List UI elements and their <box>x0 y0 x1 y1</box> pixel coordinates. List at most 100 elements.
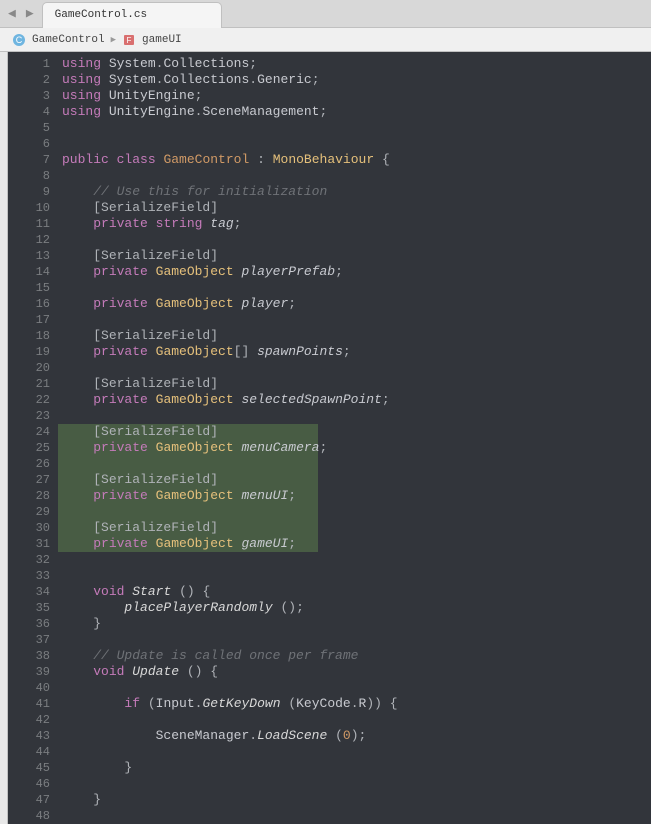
line-number: 18 <box>8 328 58 344</box>
line-number: 33 <box>8 568 58 584</box>
line-number: 21 <box>8 376 58 392</box>
code-line[interactable] <box>58 232 651 248</box>
code-line[interactable] <box>58 456 318 472</box>
line-number: 38 <box>8 648 58 664</box>
code-line[interactable]: } <box>58 792 651 808</box>
breadcrumb-class[interactable]: GameControl <box>32 34 105 46</box>
code-line[interactable] <box>58 120 651 136</box>
svg-text:F: F <box>127 36 132 45</box>
line-number: 37 <box>8 632 58 648</box>
line-number: 48 <box>8 808 58 824</box>
line-number: 44 <box>8 744 58 760</box>
line-number: 4 <box>8 104 58 120</box>
code-line[interactable]: public class GameControl : MonoBehaviour… <box>58 152 651 168</box>
code-line[interactable]: void Start () { <box>58 584 651 600</box>
code-line[interactable] <box>58 136 651 152</box>
code-line[interactable]: private string tag; <box>58 216 651 232</box>
code-line[interactable]: // Use this for initialization <box>58 184 651 200</box>
code-line[interactable]: private GameObject playerPrefab; <box>58 264 651 280</box>
line-number: 32 <box>8 552 58 568</box>
line-number: 16 <box>8 296 58 312</box>
line-number: 3 <box>8 88 58 104</box>
file-tab[interactable]: GameControl.cs <box>42 2 222 28</box>
code-line[interactable]: SceneManager.LoadScene (0); <box>58 728 651 744</box>
code-line[interactable] <box>58 776 651 792</box>
line-number: 13 <box>8 248 58 264</box>
nav-forward-icon[interactable]: ▶ <box>26 6 34 21</box>
code-line[interactable] <box>58 504 318 520</box>
code-line[interactable]: [SerializeField] <box>58 520 318 536</box>
code-line[interactable]: } <box>58 616 651 632</box>
code-line[interactable]: } <box>58 760 651 776</box>
line-number: 35 <box>8 600 58 616</box>
line-number: 34 <box>8 584 58 600</box>
code-line[interactable] <box>58 568 651 584</box>
code-line[interactable]: if (Input.GetKeyDown (KeyCode.R)) { <box>58 696 651 712</box>
line-number: 8 <box>8 168 58 184</box>
line-number: 26 <box>8 456 58 472</box>
line-number: 12 <box>8 232 58 248</box>
code-line[interactable]: using System.Collections.Generic; <box>58 72 651 88</box>
class-icon: C <box>12 33 26 47</box>
code-line[interactable] <box>58 632 651 648</box>
field-icon: F <box>122 33 136 47</box>
line-number: 11 <box>8 216 58 232</box>
nav-back-icon[interactable]: ◀ <box>8 6 16 21</box>
code-line[interactable]: private GameObject menuCamera; <box>58 440 318 456</box>
code-line[interactable] <box>58 712 651 728</box>
code-line[interactable]: private GameObject gameUI; <box>58 536 318 552</box>
line-number: 24 <box>8 424 58 440</box>
code-line[interactable]: // Update is called once per frame <box>58 648 651 664</box>
code-line[interactable]: private GameObject menuUI; <box>58 488 318 504</box>
code-line[interactable] <box>58 744 651 760</box>
nav-arrows: ◀ ▶ <box>0 6 42 21</box>
code-line[interactable]: private GameObject selectedSpawnPoint; <box>58 392 651 408</box>
line-number: 47 <box>8 792 58 808</box>
line-number: 20 <box>8 360 58 376</box>
code-line[interactable] <box>58 408 651 424</box>
code-line[interactable]: [SerializeField] <box>58 376 651 392</box>
breadcrumb-member[interactable]: gameUI <box>142 34 182 46</box>
line-number: 14 <box>8 264 58 280</box>
line-number: 29 <box>8 504 58 520</box>
code-line[interactable]: using UnityEngine.SceneManagement; <box>58 104 651 120</box>
code-line[interactable]: private GameObject[] spawnPoints; <box>58 344 651 360</box>
code-line[interactable] <box>58 168 651 184</box>
file-tab-label: GameControl.cs <box>55 9 147 21</box>
left-scroll-strip[interactable] <box>0 52 8 824</box>
code-line[interactable]: [SerializeField] <box>58 472 318 488</box>
code-line[interactable]: [SerializeField] <box>58 328 651 344</box>
line-number: 28 <box>8 488 58 504</box>
code-editor[interactable]: 1234567891011121314151617181920212223242… <box>0 52 651 824</box>
code-line[interactable] <box>58 360 651 376</box>
line-number-gutter: 1234567891011121314151617181920212223242… <box>8 52 58 824</box>
line-number: 46 <box>8 776 58 792</box>
line-number: 7 <box>8 152 58 168</box>
line-number: 17 <box>8 312 58 328</box>
code-area[interactable]: using System.Collections;using System.Co… <box>58 52 651 824</box>
code-line[interactable]: placePlayerRandomly (); <box>58 600 651 616</box>
code-line[interactable]: private GameObject player; <box>58 296 651 312</box>
code-line[interactable]: using UnityEngine; <box>58 88 651 104</box>
line-number: 40 <box>8 680 58 696</box>
code-line[interactable]: [SerializeField] <box>58 248 651 264</box>
line-number: 43 <box>8 728 58 744</box>
breadcrumb: C GameControl ▶ F gameUI <box>0 28 651 52</box>
line-number: 15 <box>8 280 58 296</box>
line-number: 1 <box>8 56 58 72</box>
tab-bar: ◀ ▶ GameControl.cs <box>0 0 651 28</box>
code-line[interactable]: using System.Collections; <box>58 56 651 72</box>
line-number: 27 <box>8 472 58 488</box>
code-line[interactable]: [SerializeField] <box>58 424 318 440</box>
code-line[interactable] <box>58 552 651 568</box>
line-number: 41 <box>8 696 58 712</box>
code-line[interactable] <box>58 280 651 296</box>
line-number: 19 <box>8 344 58 360</box>
code-line[interactable] <box>58 312 651 328</box>
code-line[interactable] <box>58 680 651 696</box>
line-number: 42 <box>8 712 58 728</box>
code-line[interactable]: [SerializeField] <box>58 200 651 216</box>
code-line[interactable] <box>58 808 651 824</box>
line-number: 39 <box>8 664 58 680</box>
code-line[interactable]: void Update () { <box>58 664 651 680</box>
